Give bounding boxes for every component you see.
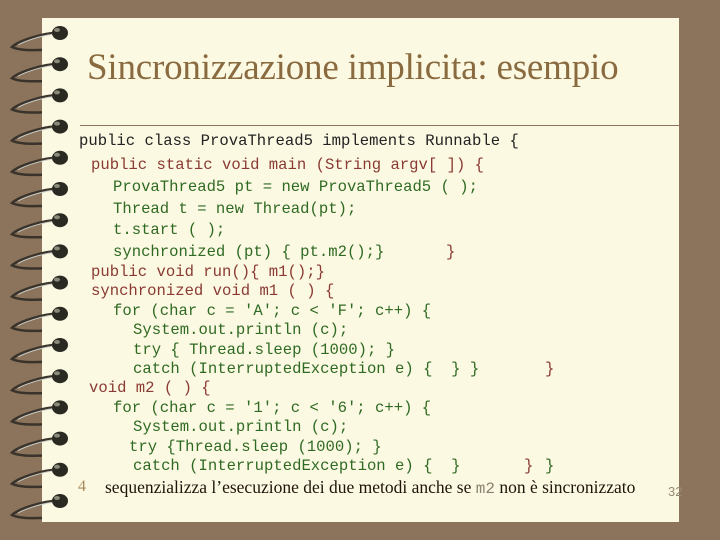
spiral-hole: [52, 26, 68, 40]
code-brace: }: [446, 243, 456, 261]
spiral-hole: [52, 369, 68, 384]
slide-title: Sincronizzazione implicita: esempio: [87, 47, 619, 88]
spiral-hole: [52, 244, 68, 259]
code-line-m1: synchronized void m1 ( ) {: [91, 282, 335, 300]
spiral-hole: [52, 431, 68, 446]
spiral-hole: [52, 494, 68, 508]
bullet-text-after: non è sincronizzato: [494, 477, 636, 497]
spiral-hole-shine: [54, 496, 60, 500]
code-line: System.out.println (c);: [133, 321, 349, 339]
code-line: catch (InterruptedException e) { } }: [133, 360, 480, 378]
bullet-marker-icon: 4: [78, 478, 86, 495]
page-number: 32: [668, 484, 683, 499]
code-line: System.out.println (c);: [133, 418, 349, 436]
spiral-hole: [52, 119, 68, 134]
code-line: try {Thread.sleep (1000); }: [129, 438, 382, 456]
spiral-hole-shine: [54, 402, 60, 407]
spiral-hole-shine: [54, 28, 60, 32]
code-line: catch (InterruptedException e) { }: [133, 457, 461, 475]
code-brace: }: [545, 457, 555, 475]
spiral-hole-shine: [54, 308, 60, 313]
code-line: ProvaThread5 pt = new ProvaThread5 ( );: [113, 178, 478, 196]
code-line-class-decl: public class ProvaThread5 implements Run…: [79, 132, 519, 150]
spiral-hole-shine: [54, 121, 60, 126]
spiral-binding: [9, 26, 68, 520]
code-line: for (char c = 'A'; c < 'F'; c++) {: [113, 302, 432, 320]
spiral-hole-shine: [54, 340, 60, 344]
bullet-text: sequenzializza l’esecuzione dei due meto…: [105, 478, 645, 498]
spiral-hole: [52, 57, 68, 72]
code-line: synchronized (pt) { pt.m2();}: [113, 243, 385, 261]
spiral-hole-shine: [54, 184, 60, 188]
spiral-hole-shine: [54, 371, 60, 376]
spiral-hole: [52, 338, 68, 352]
code-line: Thread t = new Thread(pt);: [113, 200, 357, 218]
bullet-text-before: sequenzializza l’esecuzione dei due meto…: [105, 477, 476, 497]
code-line: try { Thread.sleep (1000); }: [133, 341, 396, 359]
spiral-hole: [52, 182, 68, 196]
spiral-hole: [52, 306, 68, 321]
spiral-hole: [52, 462, 68, 477]
spiral-hole: [52, 213, 68, 228]
code-line-main: public static void main (String argv[ ])…: [91, 156, 485, 174]
code-brace: }: [545, 360, 555, 378]
spiral-hole-shine: [54, 90, 60, 95]
code-line-run: public void run(){ m1();}: [91, 263, 325, 281]
title-divider: [80, 125, 690, 126]
spiral-hole-shine: [54, 246, 60, 251]
spiral-hole-shine: [54, 433, 60, 438]
spiral-hole-shine: [54, 152, 60, 157]
code-line: for (char c = '1'; c < '6'; c++) {: [113, 399, 432, 417]
spiral-hole: [52, 400, 68, 415]
spiral-hole: [52, 150, 68, 165]
code-brace: }: [524, 457, 534, 475]
spiral-hole-shine: [54, 215, 60, 220]
spiral-hole-shine: [54, 464, 60, 469]
inline-code-m2: m2: [475, 480, 495, 498]
spiral-hole-shine: [54, 59, 60, 64]
spiral-hole: [52, 275, 68, 290]
code-line: t.start ( );: [113, 221, 226, 239]
spiral-hole-shine: [54, 277, 60, 282]
code-line-m2: void m2 ( ) {: [89, 379, 211, 397]
spiral-hole: [52, 88, 68, 103]
